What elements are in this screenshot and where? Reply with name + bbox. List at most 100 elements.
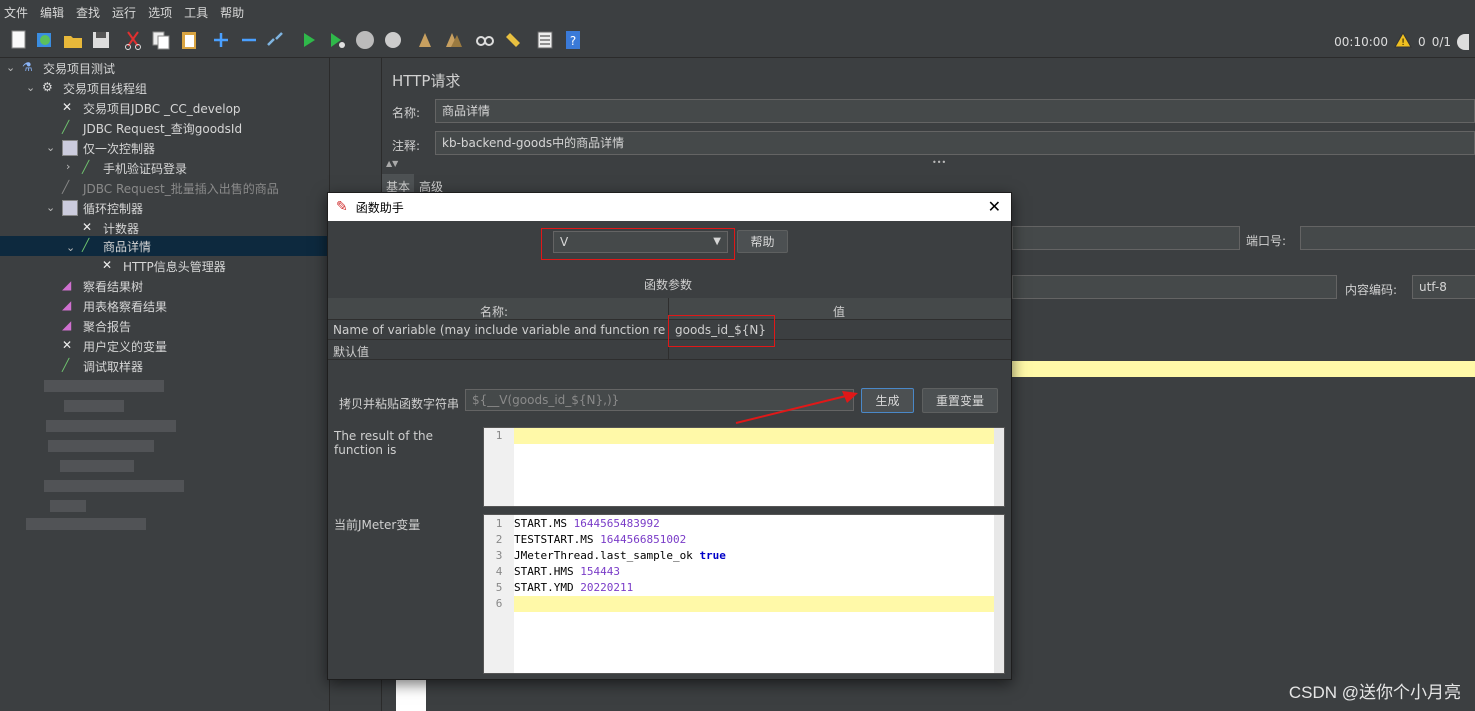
chevron-down-icon[interactable]: ⌄ bbox=[6, 61, 15, 74]
function-helper-dialog: ✎ 函数助手 ✕ V ▼ 帮助 函数参数 名称: 值 Name of varia… bbox=[327, 192, 1012, 680]
wrench-icon: ✕ bbox=[62, 100, 73, 114]
vars-code: START.MS 1644565483992 TESTSTART.MS 1644… bbox=[514, 515, 994, 612]
pipette-icon: ╱ bbox=[82, 160, 90, 174]
generate-button[interactable]: 生成 bbox=[861, 388, 914, 413]
clear-icon[interactable] bbox=[414, 29, 436, 51]
collapse-icon[interactable] bbox=[238, 29, 260, 51]
new-icon[interactable] bbox=[8, 29, 30, 51]
wrench-icon: ✕ bbox=[62, 338, 73, 352]
scrollbar[interactable] bbox=[994, 428, 1004, 506]
redacted-region bbox=[50, 500, 86, 512]
var-line: START.MS 1644565483992 bbox=[514, 517, 660, 530]
tree-node-aggregate-report[interactable]: ◢ 聚合报告 bbox=[62, 316, 131, 336]
param-name: Name of variable (may include variable a… bbox=[333, 323, 665, 337]
paste-icon[interactable] bbox=[178, 29, 200, 51]
tree-node-jdbc-request[interactable]: ╱ JDBC Request_查询goodsId bbox=[62, 118, 242, 138]
var-line-current bbox=[514, 596, 994, 612]
thread-count: 0/1 bbox=[1431, 34, 1451, 49]
menu-search[interactable]: 查找 bbox=[76, 4, 100, 21]
watermark: CSDN @送你个小月亮 bbox=[1288, 683, 1461, 702]
start-icon[interactable] bbox=[298, 29, 320, 51]
menu-tools[interactable]: 工具 bbox=[184, 4, 208, 21]
encoding-field[interactable]: utf-8 bbox=[1412, 275, 1475, 299]
stop-icon[interactable] bbox=[354, 29, 376, 51]
shutdown-icon[interactable] bbox=[382, 29, 404, 51]
pipette-icon: ╱ bbox=[62, 358, 70, 372]
scrollbar[interactable] bbox=[994, 515, 1004, 673]
port-field[interactable] bbox=[1300, 226, 1475, 250]
help-icon[interactable]: ? bbox=[562, 29, 584, 51]
tree-node-view-results-tree[interactable]: ◢ 察看结果树 bbox=[62, 276, 143, 296]
path-field[interactable] bbox=[1012, 275, 1337, 299]
function-helper-icon[interactable] bbox=[534, 29, 556, 51]
tree-node-counter[interactable]: ✕ 计数器 bbox=[82, 218, 139, 238]
chevron-down-icon[interactable]: ⌄ bbox=[26, 81, 35, 94]
menu-options[interactable]: 选项 bbox=[148, 4, 172, 21]
vars-editor[interactable]: 123456 START.MS 1644565483992 TESTSTART.… bbox=[483, 514, 1005, 674]
search-icon[interactable] bbox=[474, 29, 496, 51]
timer: 00:10:00 bbox=[1334, 34, 1389, 49]
splitter-dots[interactable]: ••• bbox=[932, 158, 946, 167]
chevron-down-icon[interactable]: ⌄ bbox=[46, 201, 55, 214]
function-select[interactable]: V ▼ bbox=[553, 231, 728, 253]
comment-label: 注释: bbox=[392, 139, 421, 153]
chevron-right-icon[interactable]: › bbox=[66, 160, 70, 173]
menu-edit[interactable]: 编辑 bbox=[40, 4, 64, 21]
status-area: 00:10:00 ! 0 0/1 bbox=[1334, 31, 1469, 51]
tree-node-loop-controller[interactable]: 循环控制器 bbox=[62, 198, 143, 218]
col-name-header: 名称: bbox=[480, 305, 509, 319]
start-no-pause-icon[interactable] bbox=[326, 29, 348, 51]
var-line: START.HMS 154443 bbox=[514, 565, 620, 578]
result-editor[interactable]: 1 bbox=[483, 427, 1005, 507]
line-gutter: 1 bbox=[484, 428, 514, 506]
wrench-icon: ✕ bbox=[102, 258, 113, 272]
comment-field[interactable]: kb-backend-goods中的商品详情 bbox=[435, 131, 1475, 155]
reset-vars-button[interactable]: 重置变量 bbox=[922, 388, 998, 413]
tree-node-header-manager[interactable]: ✕ HTTP信息头管理器 bbox=[102, 256, 226, 276]
templates-icon[interactable] bbox=[34, 29, 56, 51]
chart-icon: ◢ bbox=[62, 298, 72, 312]
open-icon[interactable] bbox=[62, 29, 84, 51]
params-title: 函数参数 bbox=[644, 278, 693, 292]
tree-node-login[interactable]: ╱ 手机验证码登录 bbox=[82, 158, 187, 178]
close-icon[interactable]: ✕ bbox=[988, 197, 1001, 216]
param-name: 默认值 bbox=[333, 345, 370, 359]
menu-file[interactable]: 文件 bbox=[4, 4, 28, 21]
menu-run[interactable]: 运行 bbox=[112, 4, 136, 21]
chevron-down-icon[interactable]: ⌄ bbox=[66, 241, 75, 254]
remote-icon bbox=[1457, 33, 1469, 50]
tree-node-view-results-table[interactable]: ◢ 用表格察看结果 bbox=[62, 296, 167, 316]
svg-text:?: ? bbox=[570, 34, 576, 48]
flask-icon: ⚗ bbox=[22, 60, 33, 74]
highlight-box bbox=[668, 315, 775, 347]
help-button[interactable]: 帮助 bbox=[737, 230, 788, 253]
save-icon[interactable] bbox=[90, 29, 112, 51]
tree-node-jdbc-insert[interactable]: ╱ JDBC Request_批量插入出售的商品 bbox=[62, 178, 279, 198]
name-field[interactable]: 商品详情 bbox=[435, 99, 1475, 123]
tree-node-user-vars[interactable]: ✕ 用户定义的变量 bbox=[62, 336, 167, 356]
clear-all-icon[interactable] bbox=[442, 29, 464, 51]
chevron-down-icon[interactable]: ⌄ bbox=[46, 141, 55, 154]
tree-node-goods-detail[interactable]: ╱ 商品详情 bbox=[0, 236, 328, 256]
name-label: 名称: bbox=[392, 106, 421, 120]
reset-search-icon[interactable] bbox=[502, 29, 524, 51]
params-table-highlight bbox=[1012, 361, 1475, 377]
expand-icon[interactable] bbox=[210, 29, 232, 51]
tree-node-once-controller[interactable]: 仅一次控制器 bbox=[62, 138, 155, 158]
toggle-icon[interactable] bbox=[264, 29, 286, 51]
var-line: TESTSTART.MS 1644566851002 bbox=[514, 533, 687, 546]
splitter-arrows[interactable]: ▲▼ bbox=[386, 159, 398, 168]
menu-help[interactable]: 帮助 bbox=[220, 4, 244, 21]
dialog-titlebar: ✎ 函数助手 ✕ bbox=[328, 193, 1011, 221]
warning-icon[interactable]: ! bbox=[1394, 31, 1412, 51]
var-line: JMeterThread.last_sample_ok true bbox=[514, 549, 726, 562]
tree-node-jdbc-config[interactable]: ✕ 交易项目JDBC _CC_develop bbox=[62, 98, 241, 118]
tree-node-thread-group[interactable]: ⚙ 交易项目线程组 bbox=[42, 78, 147, 98]
toolbar: ? 00:10:00 ! 0 0/1 bbox=[0, 24, 1475, 58]
tree-node-test-plan[interactable]: ⚗ 交易项目测试 bbox=[22, 58, 115, 78]
svg-text:!: ! bbox=[1401, 38, 1405, 48]
server-field[interactable] bbox=[1012, 226, 1240, 250]
copy-icon[interactable] bbox=[150, 29, 172, 51]
tree-node-debug-sampler[interactable]: ╱ 调试取样器 bbox=[62, 356, 143, 376]
cut-icon[interactable] bbox=[122, 29, 144, 51]
